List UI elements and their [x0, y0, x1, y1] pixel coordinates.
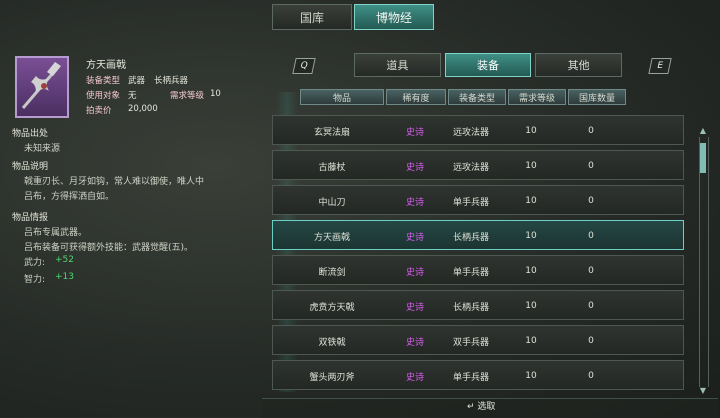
- row-item-name: 蟹头两刃斧: [309, 372, 355, 383]
- price-label: 拍卖价: [86, 106, 112, 116]
- row-rarity: 史诗: [405, 197, 424, 208]
- stat-2-label: 智力:: [24, 275, 46, 285]
- row-required-level: 10: [525, 371, 537, 381]
- column-header-item[interactable]: 物品: [300, 89, 384, 105]
- row-equipment-type: 长柄兵器: [452, 302, 489, 313]
- row-required-level: 10: [525, 126, 537, 136]
- stat-1-value: +52: [55, 255, 74, 265]
- row-item-name: 玄冥法扇: [313, 127, 350, 138]
- next-tab-key[interactable]: E: [648, 58, 672, 74]
- row-rarity: 史诗: [405, 127, 424, 138]
- type-label: 装备类型: [86, 76, 121, 86]
- info-line-2: 吕布装备可获得额外技能：武器觉醒(五)。: [24, 243, 194, 253]
- row-item-name: 断流剑: [318, 267, 346, 278]
- row-item-name: 中山刀: [318, 197, 346, 208]
- enter-key-icon: ↵: [467, 402, 475, 412]
- row-item-name: 双铁戟: [318, 337, 346, 348]
- info-line-1: 吕布专属武器。: [24, 228, 88, 238]
- table-row[interactable]: 玄冥法扇 史诗 远攻法器 10 0: [272, 115, 684, 145]
- confirm-label: 选取: [477, 402, 496, 412]
- row-item-name: 方天画戟: [313, 232, 350, 243]
- row-treasury-count: 0: [588, 126, 594, 136]
- table-row[interactable]: 断流剑 史诗 单手兵器 10 0: [272, 255, 684, 285]
- confirm-prompt[interactable]: ↵ 选取: [467, 399, 495, 412]
- target-value: 无: [128, 91, 137, 101]
- tab-equipment[interactable]: 装备: [444, 53, 532, 77]
- item-name: 方天画戟: [86, 60, 126, 71]
- scrollbar-thumb[interactable]: [700, 143, 706, 173]
- tab-encyclopedia[interactable]: 博物经: [354, 4, 434, 30]
- scrollbar-track[interactable]: [699, 137, 709, 387]
- row-rarity: 史诗: [405, 302, 424, 313]
- required-level-label: 需求等级: [170, 91, 205, 101]
- row-treasury-count: 0: [588, 196, 594, 206]
- row-treasury-count: 0: [588, 161, 594, 171]
- row-treasury-count: 0: [588, 231, 594, 241]
- table-row[interactable]: 古藤杖 史诗 远攻法器 10 0: [272, 150, 684, 180]
- row-required-level: 10: [525, 196, 537, 206]
- column-header-equipment-type[interactable]: 装备类型: [448, 89, 506, 105]
- required-level-value: 10: [210, 89, 221, 99]
- item-icon: [15, 56, 69, 118]
- row-equipment-type: 远攻法器: [452, 162, 489, 173]
- stat-2-value: +13: [55, 272, 74, 282]
- target-label: 使用对象: [86, 91, 121, 101]
- weapon-icon: [21, 62, 61, 109]
- tab-items[interactable]: 道具: [354, 53, 441, 77]
- stat-1-label: 武力:: [24, 258, 46, 268]
- prev-tab-key[interactable]: Q: [292, 58, 316, 74]
- scroll-down-icon[interactable]: ▼: [698, 386, 708, 396]
- source-title: 物品出处: [12, 129, 49, 139]
- row-required-level: 10: [525, 231, 537, 241]
- row-rarity: 史诗: [405, 162, 424, 173]
- row-equipment-type: 双手兵器: [452, 337, 489, 348]
- row-treasury-count: 0: [588, 301, 594, 311]
- table-header: 物品 稀有度 装备类型 需求等级 国库数量: [300, 89, 626, 105]
- tab-national-treasury[interactable]: 国库: [272, 4, 352, 30]
- row-required-level: 10: [525, 336, 537, 346]
- row-required-level: 10: [525, 161, 537, 171]
- row-required-level: 10: [525, 301, 537, 311]
- column-header-rarity[interactable]: 稀有度: [386, 89, 446, 105]
- row-equipment-type: 单手兵器: [452, 372, 489, 383]
- row-rarity: 史诗: [405, 232, 424, 243]
- price-value: 20,000: [128, 104, 158, 114]
- table-row-selected[interactable]: 方天画戟 史诗 长柄兵器 10 0: [272, 220, 684, 250]
- description-line-1: 戟重刃长、月牙如钩，常人难以御使，唯人中: [24, 177, 205, 187]
- sub-tabs: 道具 装备 其他: [354, 53, 623, 77]
- type-value-secondary: 长柄兵器: [154, 76, 189, 86]
- row-treasury-count: 0: [588, 266, 594, 276]
- table-row[interactable]: 虎贲方天戟 史诗 长柄兵器 10 0: [272, 290, 684, 320]
- row-equipment-type: 单手兵器: [452, 267, 489, 278]
- row-equipment-type: 远攻法器: [452, 127, 489, 138]
- type-value-primary: 武器: [128, 76, 146, 86]
- tab-other[interactable]: 其他: [535, 53, 623, 77]
- table-row[interactable]: 蟹头两刃斧 史诗 单手兵器 10 0: [272, 360, 684, 390]
- row-equipment-type: 长柄兵器: [452, 232, 489, 243]
- row-treasury-count: 0: [588, 336, 594, 346]
- scroll-up-icon[interactable]: ▲: [698, 126, 708, 136]
- column-header-treasury-count[interactable]: 国库数量: [568, 89, 626, 105]
- description-line-2: 吕布，方得挥洒自如。: [24, 192, 115, 202]
- row-item-name: 虎贲方天戟: [309, 302, 355, 313]
- row-rarity: 史诗: [405, 337, 424, 348]
- row-rarity: 史诗: [405, 372, 424, 383]
- description-title: 物品说明: [12, 162, 49, 172]
- row-required-level: 10: [525, 266, 537, 276]
- info-title: 物品情报: [12, 213, 49, 223]
- row-treasury-count: 0: [588, 371, 594, 381]
- table-row[interactable]: 中山刀 史诗 单手兵器 10 0: [272, 185, 684, 215]
- column-header-required-level[interactable]: 需求等级: [508, 89, 566, 105]
- table-row[interactable]: 双铁戟 史诗 双手兵器 10 0: [272, 325, 684, 355]
- row-rarity: 史诗: [405, 267, 424, 278]
- top-tabs: 国库 博物经: [272, 4, 434, 30]
- row-equipment-type: 单手兵器: [452, 197, 489, 208]
- source-text: 未知来源: [24, 144, 61, 154]
- row-item-name: 古藤杖: [318, 162, 346, 173]
